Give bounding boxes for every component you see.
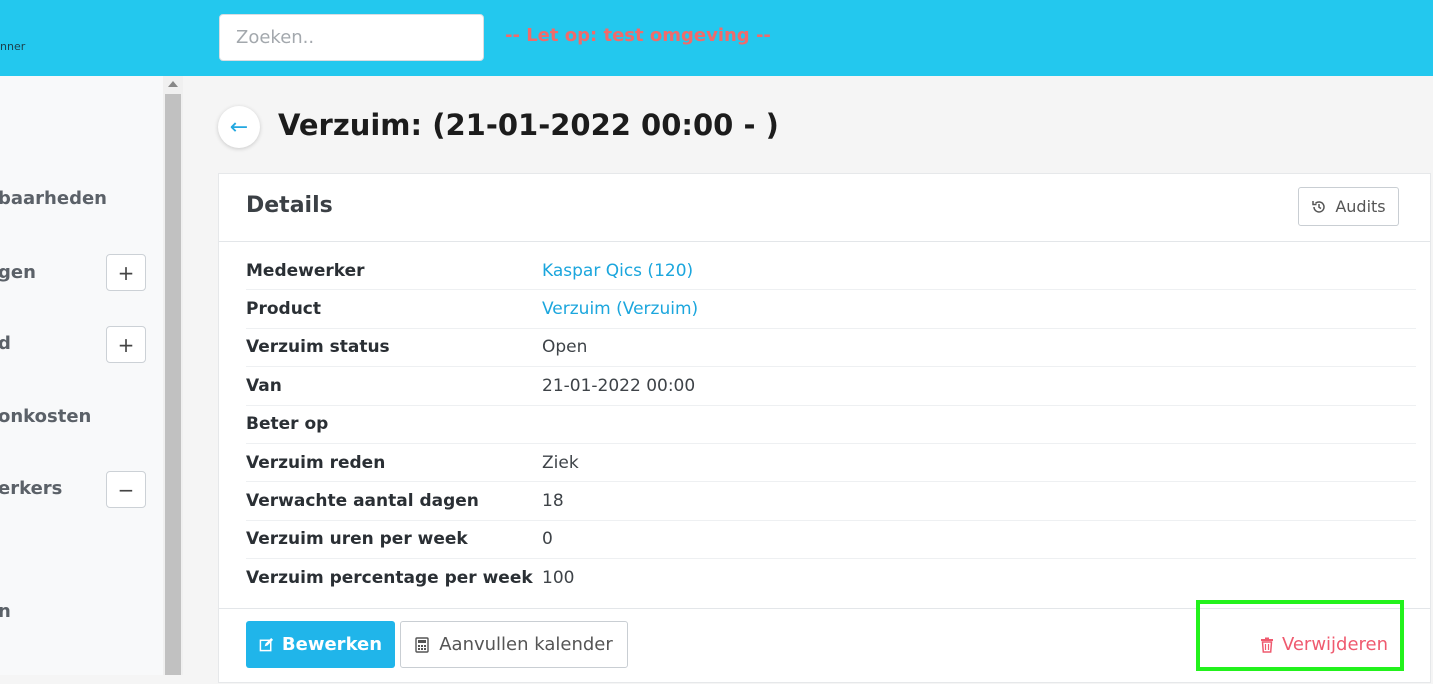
- detail-row-beter-op: Beter op: [246, 406, 1416, 444]
- detail-label: Medewerker: [246, 260, 365, 281]
- delete-label: Verwijderen: [1281, 634, 1389, 655]
- detail-value: 18: [542, 491, 564, 512]
- detail-label: Verzuim reden: [246, 452, 386, 473]
- detail-row-status: Verzuim status Open: [246, 329, 1416, 368]
- detail-label: Verzuim status: [246, 337, 390, 358]
- complete-calendar-button[interactable]: Aanvullen kalender: [400, 621, 628, 668]
- detail-label: Verwachte aantal dagen: [246, 491, 479, 512]
- brand-name: nner: [0, 40, 26, 53]
- sidebar: baarheden gen + d + onkosten erkers − n: [0, 76, 183, 675]
- employee-link[interactable]: Kaspar Qics (120): [542, 261, 693, 281]
- detail-value: Ziek: [542, 452, 579, 473]
- test-environment-warning: -- Let op: test omgeving --: [505, 25, 771, 46]
- search-input[interactable]: [219, 14, 484, 61]
- back-button[interactable]: ←: [218, 106, 260, 148]
- arrow-left-icon: ←: [229, 114, 249, 140]
- detail-row-van: Van 21-01-2022 00:00: [246, 367, 1416, 406]
- detail-row-medewerker: Medewerker Kaspar Qics (120): [246, 252, 1416, 291]
- collapse-toggle[interactable]: −: [106, 471, 146, 508]
- audits-button[interactable]: Audits: [1298, 187, 1399, 226]
- edit-icon: [259, 637, 273, 652]
- card-title: Details: [246, 193, 333, 218]
- card-footer: Bewerken Aanvullen kalender Verwijderen: [219, 608, 1430, 684]
- sidebar-item[interactable]: n: [0, 591, 160, 631]
- expand-toggle[interactable]: +: [106, 326, 146, 363]
- sidebar-scrollbar[interactable]: [163, 76, 183, 675]
- detail-value: 0: [542, 529, 553, 550]
- detail-value: Open: [542, 337, 588, 358]
- card-header: Details Audits: [219, 174, 1430, 242]
- complete-calendar-label: Aanvullen kalender: [439, 634, 613, 655]
- audits-label: Audits: [1335, 197, 1386, 216]
- detail-row-uren: Verzuim uren per week 0: [246, 521, 1416, 560]
- trash-icon: [1260, 637, 1273, 653]
- detail-label: Product: [246, 299, 321, 320]
- detail-label: Van: [246, 375, 282, 396]
- product-link[interactable]: Verzuim (Verzuim): [542, 299, 698, 319]
- delete-button[interactable]: Verwijderen: [1249, 621, 1399, 668]
- expand-toggle[interactable]: +: [106, 254, 146, 291]
- sidebar-item-onkosten[interactable]: onkosten: [0, 396, 160, 436]
- detail-value: 21-01-2022 00:00: [542, 375, 696, 396]
- edit-label: Bewerken: [281, 634, 383, 655]
- detail-value: 100: [542, 568, 575, 589]
- sidebar-item-label: baarheden: [0, 187, 107, 209]
- scroll-thumb[interactable]: [165, 94, 181, 675]
- page-title: Verzuim: (21-01-2022 00:00 - ): [278, 108, 779, 142]
- detail-row-percentage: Verzuim percentage per week 100: [246, 559, 1416, 597]
- edit-button[interactable]: Bewerken: [246, 621, 395, 668]
- sidebar-item-beschikbaarheden[interactable]: baarheden: [0, 178, 160, 218]
- sidebar-item-label: n: [0, 600, 11, 622]
- sidebar-item-label: onkosten: [0, 405, 92, 427]
- detail-row-product: Product Verzuim (Verzuim): [246, 290, 1416, 329]
- detail-label: Beter op: [246, 414, 329, 435]
- details-card: Details Audits Medewerker Kaspar Qics (1…: [218, 173, 1431, 683]
- detail-label: Verzuim percentage per week: [246, 568, 533, 589]
- detail-label: Verzuim uren per week: [246, 529, 468, 550]
- sidebar-item-label: gen: [0, 261, 36, 283]
- sidebar-item-label: d: [0, 332, 11, 354]
- top-bar: nner -- Let op: test omgeving --: [0, 0, 1433, 76]
- detail-list: Medewerker Kaspar Qics (120) Product Ver…: [246, 252, 1416, 598]
- detail-row-reden: Verzuim reden Ziek: [246, 444, 1416, 483]
- sidebar-item-label: erkers: [0, 477, 63, 499]
- history-icon: [1312, 200, 1326, 213]
- detail-row-aantal-dagen: Verwachte aantal dagen 18: [246, 482, 1416, 521]
- scroll-up-icon[interactable]: [168, 81, 178, 87]
- calculator-icon: [415, 636, 429, 653]
